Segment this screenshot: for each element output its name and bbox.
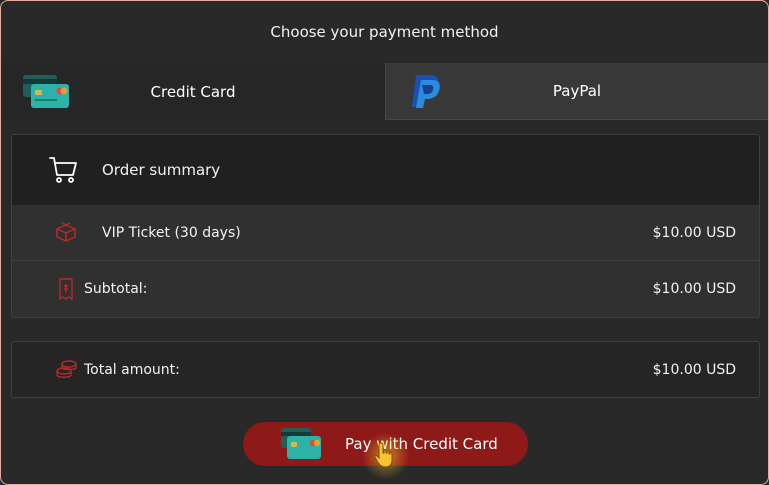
paypal-logo-icon (410, 73, 442, 113)
subtotal-value: $10.00 USD (652, 280, 736, 297)
tab-credit-card-label: Credit Card (150, 82, 236, 101)
gift-icon (54, 221, 78, 247)
subtotal-row: Subtotal: $10.00 USD (12, 260, 759, 316)
total-amount-value: $10.00 USD (652, 361, 736, 378)
tab-credit-card[interactable]: Credit Card (1, 63, 385, 120)
payment-tabs: Credit Card PayPal (1, 63, 768, 120)
order-item-label: VIP Ticket (30 days) (102, 224, 241, 241)
total-amount-card: Total amount: $10.00 USD (11, 341, 760, 398)
tab-paypal-label: PayPal (552, 82, 602, 100)
order-item-price: $10.00 USD (652, 224, 736, 241)
receipt-icon (59, 278, 73, 304)
payment-dialog: Choose your payment method Credit Card P… (0, 0, 769, 485)
shopping-cart-icon (48, 155, 78, 189)
subtotal-label: Subtotal: (84, 280, 148, 297)
order-item-row: VIP Ticket (30 days) $10.00 USD (12, 205, 759, 260)
hand-pointer-cursor-icon (373, 441, 397, 473)
coins-icon (56, 360, 78, 384)
order-summary-header: Order summary (12, 135, 759, 205)
tab-paypal[interactable]: PayPal (385, 63, 768, 120)
credit-card-icon (21, 73, 71, 115)
order-summary-card: Order summary VIP Ticket (30 days) $10.0… (11, 134, 760, 318)
credit-card-icon (279, 426, 323, 466)
total-amount-label: Total amount: (84, 361, 180, 378)
order-summary-title: Order summary (102, 161, 221, 179)
dialog-title: Choose your payment method (270, 23, 499, 41)
